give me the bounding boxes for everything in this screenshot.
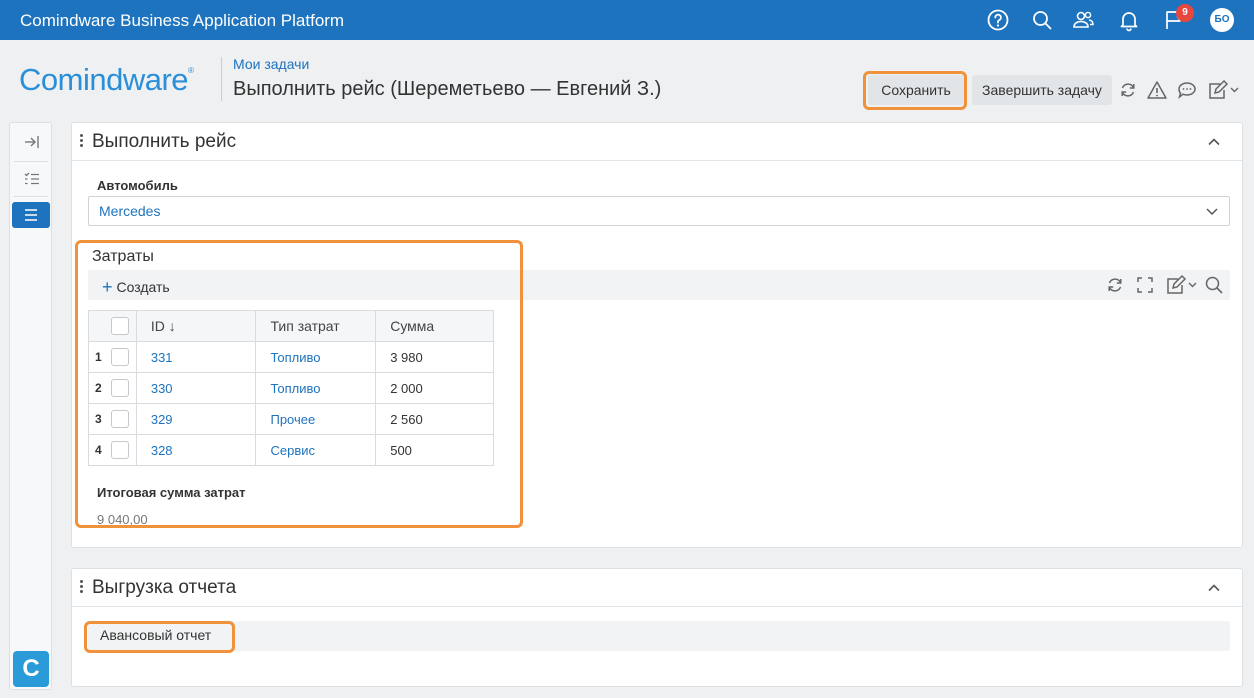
edit-menu-icon[interactable] bbox=[1164, 274, 1200, 296]
chevron-down-icon[interactable] bbox=[1203, 202, 1221, 220]
section-title: Выгрузка отчета bbox=[92, 577, 237, 598]
complete-task-button[interactable]: Завершить задачу bbox=[972, 75, 1112, 105]
fullscreen-icon[interactable] bbox=[1134, 274, 1156, 296]
report-section-panel: Выгрузка отчета Авансовый отчет bbox=[71, 568, 1243, 687]
car-select-value[interactable]: Mercedes bbox=[99, 203, 160, 219]
notification-badge: 9 bbox=[1176, 4, 1194, 22]
car-select[interactable]: Mercedes bbox=[88, 196, 1230, 226]
section-header: Выполнить рейс bbox=[72, 123, 1242, 161]
expand-sidebar-icon[interactable] bbox=[12, 129, 50, 155]
section-menu-icon[interactable] bbox=[80, 580, 84, 596]
comment-icon[interactable] bbox=[1176, 79, 1198, 101]
users-icon[interactable] bbox=[1071, 8, 1095, 32]
task-list-icon[interactable] bbox=[12, 166, 50, 192]
avatar[interactable]: БО bbox=[1210, 8, 1234, 32]
section-header: Выгрузка отчета bbox=[72, 569, 1242, 607]
brand-logo[interactable]: Comindware® bbox=[19, 62, 194, 98]
report-toolbar: Авансовый отчет bbox=[88, 621, 1230, 651]
edit-menu-icon[interactable] bbox=[1206, 79, 1242, 101]
section-title: Выполнить рейс bbox=[92, 131, 237, 152]
section-menu-icon[interactable] bbox=[80, 134, 84, 150]
bell-icon[interactable] bbox=[1117, 8, 1141, 32]
sidebar-divider bbox=[14, 196, 48, 197]
search-icon[interactable] bbox=[1203, 274, 1225, 296]
car-field-label: Автомобиль bbox=[97, 178, 178, 193]
breadcrumb[interactable]: Мои задачи bbox=[233, 56, 309, 72]
search-icon[interactable] bbox=[1030, 8, 1054, 32]
highlight-save bbox=[863, 71, 967, 110]
refresh-icon[interactable] bbox=[1104, 274, 1126, 296]
left-sidebar: C bbox=[9, 122, 52, 690]
warning-icon[interactable] bbox=[1146, 79, 1168, 101]
sidebar-divider bbox=[14, 161, 48, 162]
form-view-icon[interactable] bbox=[12, 202, 50, 228]
page-title: Выполнить рейс (Шереметьево — Евгений З.… bbox=[233, 78, 662, 100]
help-icon[interactable] bbox=[986, 8, 1010, 32]
refresh-icon[interactable] bbox=[1117, 79, 1139, 101]
app-title: Comindware Business Application Platform bbox=[20, 11, 345, 30]
header-divider bbox=[221, 57, 222, 101]
comindware-c-logo[interactable]: C bbox=[13, 651, 49, 687]
highlight-expenses bbox=[75, 240, 523, 528]
highlight-report bbox=[84, 621, 235, 653]
top-bar: Comindware Business Application Platform… bbox=[0, 0, 1254, 40]
chevron-up-icon[interactable] bbox=[1204, 132, 1224, 152]
chevron-up-icon[interactable] bbox=[1204, 578, 1224, 598]
